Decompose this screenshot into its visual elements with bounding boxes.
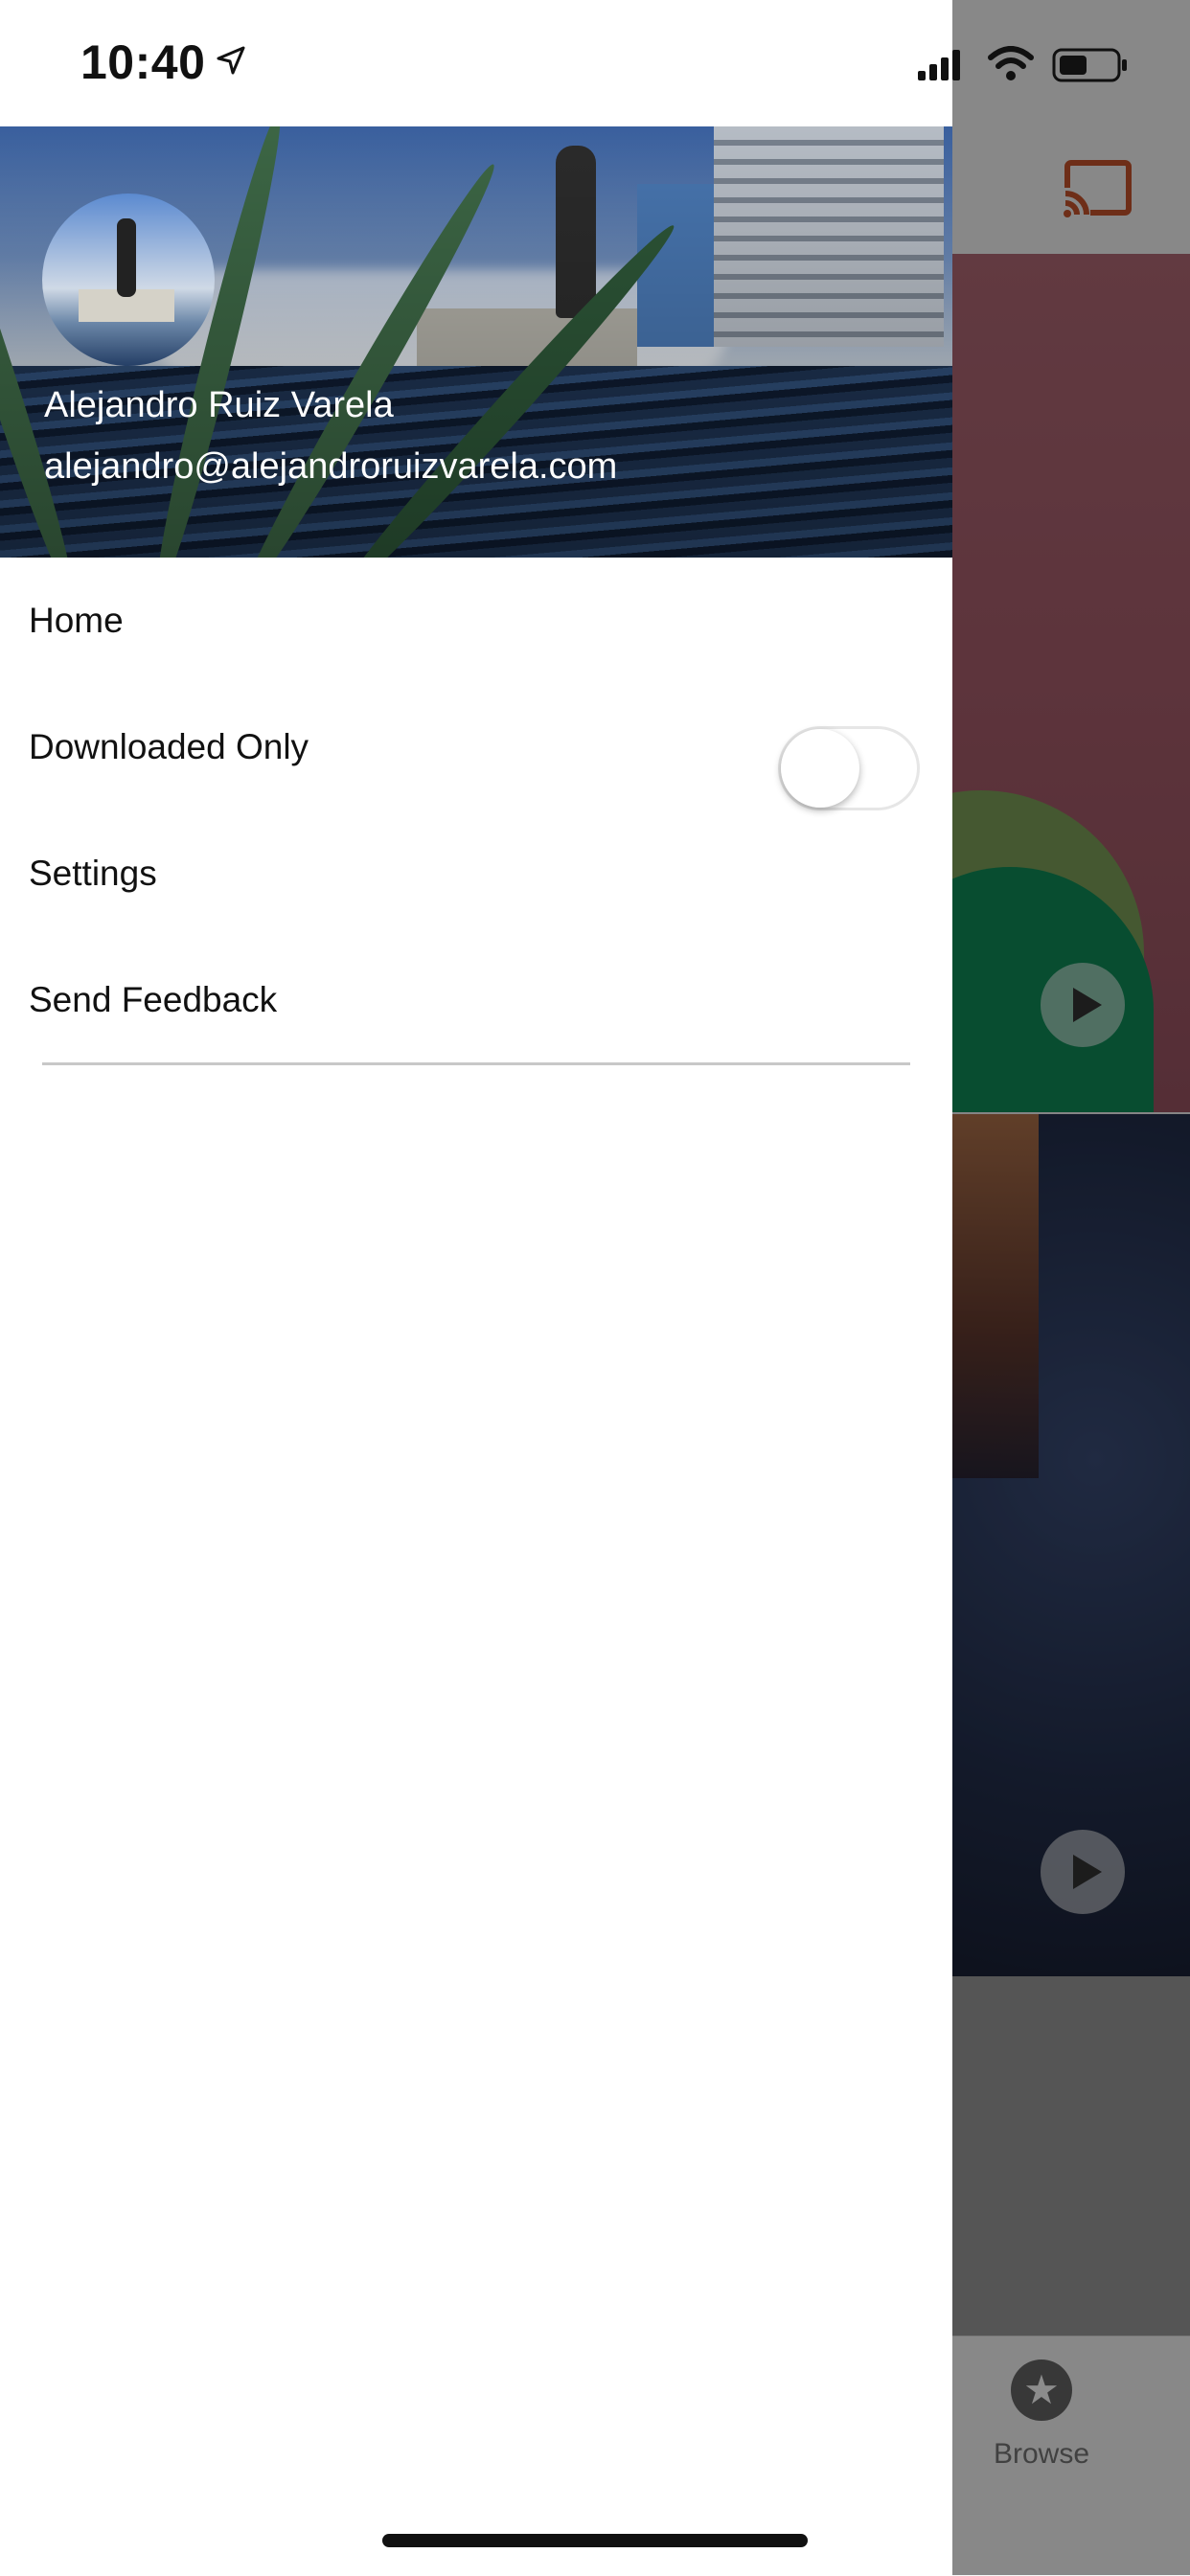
- home-indicator[interactable]: [382, 2534, 808, 2547]
- profile-header: Alejandro Ruiz Varela alejandro@alejandr…: [0, 126, 952, 558]
- wifi-icon: [988, 46, 1034, 80]
- location-arrow-icon: [217, 46, 245, 75]
- menu-item-home[interactable]: Home: [0, 558, 952, 684]
- battery-icon: [1052, 48, 1127, 82]
- toggle-knob: [781, 729, 859, 808]
- dim-overlay[interactable]: [952, 0, 1190, 2575]
- drawer-menu: Home Downloaded Only Settings Send Feedb…: [0, 558, 952, 1063]
- user-name: Alejandro Ruiz Varela: [44, 385, 394, 425]
- avatar[interactable]: [42, 194, 215, 366]
- menu-item-label: Send Feedback: [29, 980, 278, 1019]
- status-time: 10:40: [80, 35, 206, 89]
- menu-item-send-feedback[interactable]: Send Feedback: [0, 937, 952, 1063]
- user-email: alejandro@alejandroruizvarela.com: [44, 446, 618, 487]
- cellular-signal-icon: [918, 50, 960, 80]
- menu-item-downloaded-only[interactable]: Downloaded Only: [0, 684, 952, 810]
- menu-item-settings[interactable]: Settings: [0, 810, 952, 937]
- menu-item-label: Home: [29, 601, 124, 640]
- downloaded-only-toggle[interactable]: [778, 726, 920, 810]
- menu-item-label: Settings: [29, 854, 157, 893]
- menu-item-label: Downloaded Only: [29, 727, 309, 766]
- menu-divider: [42, 1062, 910, 1065]
- status-bar: 10:40: [0, 0, 952, 126]
- navigation-drawer: 10:40 Alejandro Ruiz Varela alejandro@al…: [0, 0, 952, 2575]
